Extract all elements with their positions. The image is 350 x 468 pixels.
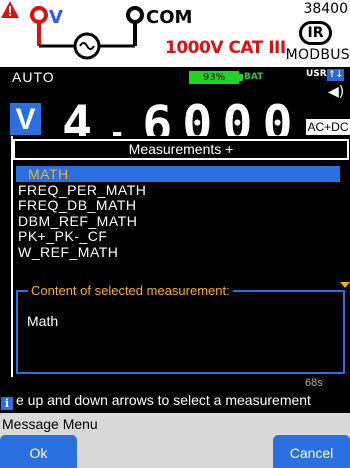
speaker-icon: ◀): [328, 84, 345, 100]
content-value: Math: [27, 313, 59, 329]
content-label: Content of selected measurement:: [28, 283, 233, 298]
range-mode: AUTO: [12, 69, 55, 85]
baud-rate: 38400: [303, 1, 348, 17]
ok-button[interactable]: Ok: [0, 435, 77, 468]
unit-badge: V: [10, 103, 41, 136]
list-item-math[interactable]: MATH: [16, 166, 340, 182]
protocol-label: MODBUS: [285, 47, 350, 63]
content-panel: Content of selected measurement: Math: [16, 283, 345, 374]
list-item-dbm-ref-math[interactable]: DBM_REF_MATH: [16, 213, 340, 229]
main-reading: 4.6000: [62, 95, 303, 136]
battery-label: BAT: [244, 72, 264, 82]
softkey-bar: Ok Cancel: [0, 433, 350, 468]
message-bar: Message Menu: [0, 413, 350, 433]
dialog-title: Measurements +: [13, 139, 349, 160]
cat-rating: 1000V CAT III: [165, 38, 286, 58]
info-icon: i: [1, 397, 13, 410]
battery-indicator: 93%: [189, 71, 243, 84]
user-transfer-icon: ↑↓: [327, 69, 344, 81]
list-item-freq-db-math[interactable]: FREQ_DB_MATH: [16, 197, 340, 213]
coupling-badge: AC+DC: [306, 119, 350, 135]
ir-icon: IR: [299, 21, 332, 45]
list-item-pk-pk-cf[interactable]: PK+_PK-_CF: [16, 228, 340, 244]
measurements-dialog: Measurements + MATH FREQ_PER_MATH FREQ_D…: [11, 136, 350, 377]
background-timer-text: 68s: [305, 377, 323, 389]
probe-v-label: V: [49, 7, 63, 28]
warning-icon: [1, 1, 19, 18]
hint-text: e up and down arrows to select a measure…: [16, 392, 311, 408]
list-item-w-ref-math[interactable]: W_REF_MATH: [16, 244, 340, 260]
connection-banner: V COM 1000V CAT III 38400 IR MODBUS: [0, 0, 350, 67]
hint-bar: ie up and down arrows to select a measur…: [0, 390, 350, 410]
measurement-list[interactable]: MATH FREQ_PER_MATH FREQ_DB_MATH DBM_REF_…: [16, 166, 340, 259]
cancel-button[interactable]: Cancel: [273, 435, 350, 468]
scroll-down-icon[interactable]: [340, 282, 350, 288]
user-label: USR: [306, 69, 327, 79]
list-item-freq-per-math[interactable]: FREQ_PER_MATH: [16, 182, 340, 198]
probe-com-label: COM: [146, 7, 193, 28]
